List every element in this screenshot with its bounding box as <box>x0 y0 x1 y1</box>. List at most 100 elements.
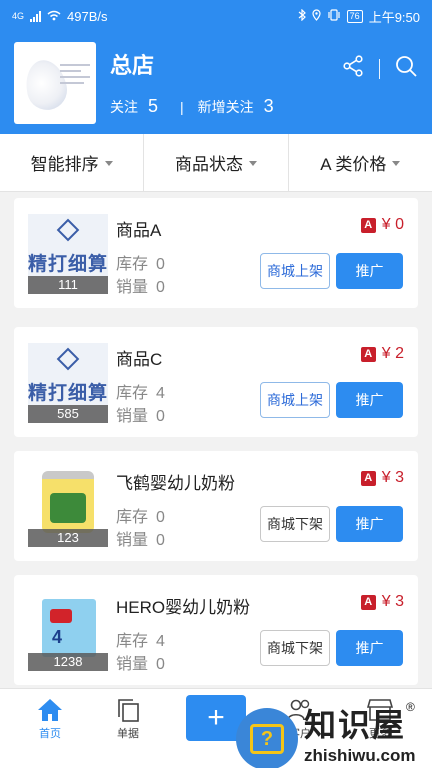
watermark: ? 知识屋® zhishiwu.com <box>232 700 432 768</box>
sales-row: 销量 0 <box>116 650 165 674</box>
new-follow-label: 新增关注 <box>197 99 254 115</box>
watermark-url: zhishiwu.com <box>304 746 416 765</box>
product-name: 商品C <box>116 350 163 369</box>
stock-label: 库存 <box>116 385 149 402</box>
wifi-icon <box>47 9 61 24</box>
shelf-toggle-button[interactable]: 商城上架 <box>260 253 330 289</box>
stock-value: 0 <box>156 256 165 273</box>
product-name: HERO婴幼儿奶粉 <box>116 598 251 617</box>
caret-down-icon <box>248 161 257 166</box>
battery-indicator: 76 <box>346 9 363 23</box>
sort-filter-bar: 智能排序 商品状态 A 类价格 <box>0 134 432 192</box>
sort-smart-label: 智能排序 <box>30 155 99 174</box>
follow-label: 关注 <box>110 99 138 115</box>
vibrate-icon <box>327 8 341 24</box>
filter-product-status[interactable]: 商品状态 <box>143 134 287 191</box>
documents-icon <box>98 695 158 725</box>
stock-label: 库存 <box>116 509 149 526</box>
sales-label: 销量 <box>116 408 149 425</box>
product-name: 飞鹤婴幼儿奶粉 <box>116 474 235 493</box>
a-price-badge: A <box>360 346 376 362</box>
sales-label: 销量 <box>116 656 149 673</box>
stock-label: 库存 <box>116 633 149 650</box>
stock-row: 库存 4 <box>116 379 165 403</box>
stock-row: 库存 4 <box>116 627 165 651</box>
promote-button[interactable]: 推广 <box>336 630 403 666</box>
product-name: 商品A <box>116 221 162 240</box>
caret-down-icon <box>392 161 401 166</box>
stock-label: 库存 <box>116 256 149 273</box>
price: A ¥ 3 <box>360 469 404 487</box>
sales-label: 销量 <box>116 279 149 296</box>
promote-button[interactable]: 推广 <box>336 253 403 289</box>
home-icon <box>20 695 80 725</box>
store-logo[interactable] <box>14 42 96 124</box>
product-image: 精打细算 111 <box>28 214 108 294</box>
product-count-badge: 1238 <box>28 653 108 671</box>
product-image: 123 <box>28 467 108 547</box>
watermark-title: 知识屋® <box>304 700 417 746</box>
price-value: ¥ 3 <box>381 593 404 610</box>
store-header: 总店 关注 5 | 新增关注 3 <box>0 32 432 134</box>
nav-orders-label: 单据 <box>117 728 139 740</box>
follow-stats: 关注 5 | 新增关注 3 <box>110 96 274 117</box>
stock-value: 0 <box>156 509 165 526</box>
shelf-toggle-button[interactable]: 商城上架 <box>260 382 330 418</box>
watermark-title-text: 知识屋 <box>304 707 407 743</box>
caret-down-icon <box>104 161 113 166</box>
shelf-toggle-button[interactable]: 商城下架 <box>260 630 330 666</box>
price-value: ¥ 3 <box>381 469 404 486</box>
search-icon[interactable] <box>394 54 418 83</box>
nav-home-label: 首页 <box>39 728 61 740</box>
follow-separator: | <box>180 99 184 115</box>
status-bar: 4G 497B/s 76 上午9:50 <box>0 0 432 32</box>
share-icon[interactable] <box>341 54 365 83</box>
price: A ¥ 0 <box>360 216 404 234</box>
bluetooth-icon <box>298 8 306 24</box>
promote-button[interactable]: 推广 <box>336 506 403 542</box>
product-image: 4 1238 <box>28 591 108 671</box>
sort-smart[interactable]: 智能排序 <box>0 134 143 191</box>
nav-orders[interactable]: 单据 <box>98 695 158 741</box>
price: A ¥ 3 <box>360 593 404 611</box>
stock-row: 库存 0 <box>116 250 165 274</box>
product-card[interactable]: 精打细算 585 商品C 库存 4 销量 0 A ¥ 2 商城上架 推广 <box>14 327 418 437</box>
sales-row: 销量 0 <box>116 402 165 426</box>
follow-count: 5 <box>148 96 159 116</box>
stock-row: 库存 0 <box>116 503 165 527</box>
a-price-badge: A <box>360 470 376 486</box>
product-count-badge: 585 <box>28 405 108 423</box>
product-count-badge: 123 <box>28 529 108 547</box>
product-card[interactable]: 精打细算 111 商品A 库存 0 销量 0 A ¥ 0 商城上架 推广 <box>14 198 418 308</box>
sort-a-price[interactable]: A 类价格 <box>287 134 432 191</box>
sales-row: 销量 0 <box>116 273 165 297</box>
price-value: ¥ 2 <box>381 345 404 362</box>
shelf-toggle-button[interactable]: 商城下架 <box>260 506 330 542</box>
product-image: 精打细算 585 <box>28 343 108 423</box>
sales-row: 销量 0 <box>116 526 165 550</box>
store-name: 总店 <box>110 53 155 78</box>
clock: 上午9:50 <box>368 9 420 25</box>
a-price-badge: A <box>360 217 376 233</box>
sort-a-price-label: A 类价格 <box>320 155 387 174</box>
product-card[interactable]: 123 飞鹤婴幼儿奶粉 库存 0 销量 0 A ¥ 3 商城下架 推广 <box>14 451 418 561</box>
price-value: ¥ 0 <box>381 216 404 233</box>
a-price-badge: A <box>360 594 376 610</box>
stock-value: 4 <box>156 633 165 650</box>
location-icon <box>312 8 321 24</box>
sales-label: 销量 <box>116 532 149 549</box>
watermark-logo: ? <box>236 708 298 768</box>
promote-button[interactable]: 推广 <box>336 382 403 418</box>
product-card[interactable]: 4 1238 HERO婴幼儿奶粉 库存 4 销量 0 A ¥ 3 商城下架 推广 <box>14 575 418 685</box>
watermark-registered: ® <box>406 700 417 714</box>
network-speed: 497B/s <box>67 8 108 24</box>
product-count-badge: 111 <box>28 276 108 294</box>
sales-value: 0 <box>156 532 165 549</box>
sales-value: 0 <box>156 656 165 673</box>
new-follow-count: 3 <box>263 96 274 116</box>
nav-home[interactable]: 首页 <box>20 695 80 741</box>
filter-product-status-label: 商品状态 <box>174 155 243 174</box>
price: A ¥ 2 <box>360 345 404 363</box>
signal-icon <box>30 10 42 22</box>
sales-value: 0 <box>156 279 165 296</box>
